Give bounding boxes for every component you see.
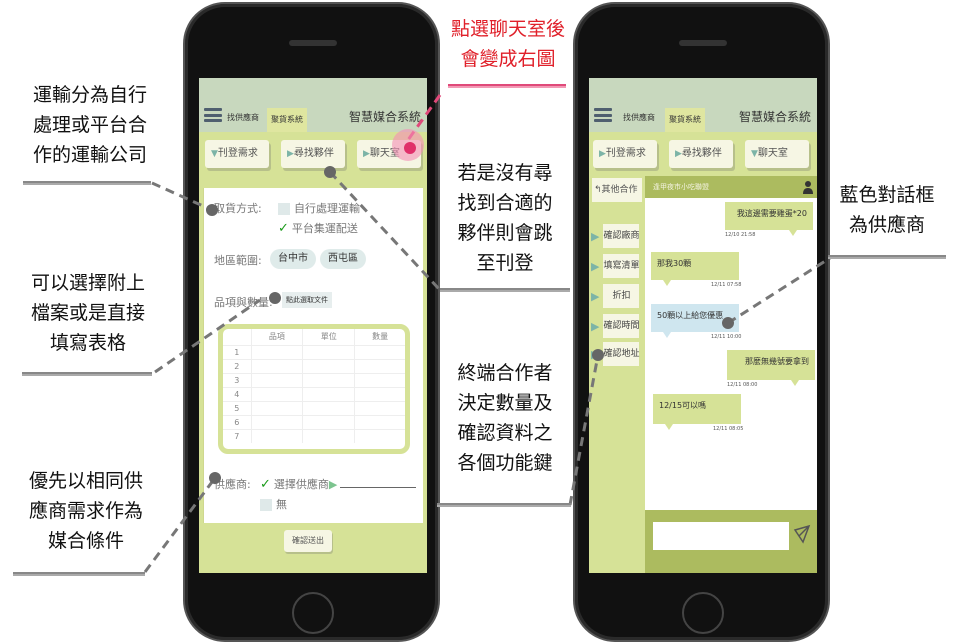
annotation-line: 藍色對話框 (839, 184, 935, 206)
annotation-no-partner: 若是沒有尋 找到合適的 夥伴則會跳 至刊登 (440, 158, 570, 278)
annotation-underline (13, 572, 145, 576)
callout-dot (592, 349, 604, 361)
callout-dot (206, 204, 218, 216)
annotation-line: 處理或平台合 (32, 114, 147, 136)
annotation-line: 可以選擇附上 (30, 272, 145, 294)
callout-dot (209, 472, 221, 484)
annotation-transport: 運輸分為自行 處理或平台合 作的運輸公司 (20, 80, 160, 170)
callout-line-attach (154, 298, 261, 374)
annotation-line: 會變成右圖 (460, 48, 556, 70)
annotation-line: 點選聊天室後 (450, 18, 565, 40)
annotation-line: 決定數量及 (457, 392, 553, 414)
annotation-line: 找到合適的 (457, 192, 553, 214)
annotation-line: 作的運輸公司 (32, 144, 147, 166)
annotation-underline (440, 288, 570, 292)
annotation-line: 運輸分為自行 (32, 84, 147, 106)
callout-dot (404, 142, 416, 154)
callout-dot (269, 292, 281, 304)
annotation-attach: 可以選擇附上 檔案或是直接 填寫表格 (18, 268, 158, 358)
callout-line-no-partner (328, 170, 442, 292)
annotation-line: 若是沒有尋 (457, 162, 553, 184)
annotation-line: 媒合條件 (47, 530, 124, 552)
annotation-underline (22, 372, 152, 376)
annotation-line: 確認資料之 (457, 422, 553, 444)
callout-dot (722, 317, 734, 329)
annotation-line: 夥伴則會跳 (457, 222, 553, 244)
annotation-blue-box: 藍色對話框 為供應商 (822, 180, 952, 240)
annotation-underline (23, 181, 151, 185)
annotation-line: 優先以相同供 (28, 470, 143, 492)
annotation-underline (437, 503, 571, 507)
annotation-priority: 優先以相同供 應商需求作為 媒合條件 (16, 466, 156, 556)
callout-line-transport (151, 181, 213, 212)
annotation-line: 應商需求作為 (28, 500, 143, 522)
annotation-line: 填寫表格 (49, 332, 126, 354)
annotation-line: 至刊登 (476, 252, 534, 274)
annotation-line: 檔案或是直接 (30, 302, 145, 324)
annotation-line: 為供應商 (848, 214, 925, 236)
callout-dot (324, 166, 336, 178)
callout-line-blue-box (727, 256, 831, 325)
annotation-underline (828, 255, 946, 259)
annotation-underline (448, 84, 566, 88)
annotation-line: 終端合作者 (457, 362, 553, 384)
annotation-terminal: 終端合作者 決定數量及 確認資料之 各個功能鍵 (440, 358, 570, 478)
callout-line-terminal (568, 354, 600, 506)
annotation-chat-click: 點選聊天室後 會變成右圖 (438, 14, 578, 74)
annotation-line: 各個功能鍵 (457, 452, 553, 474)
